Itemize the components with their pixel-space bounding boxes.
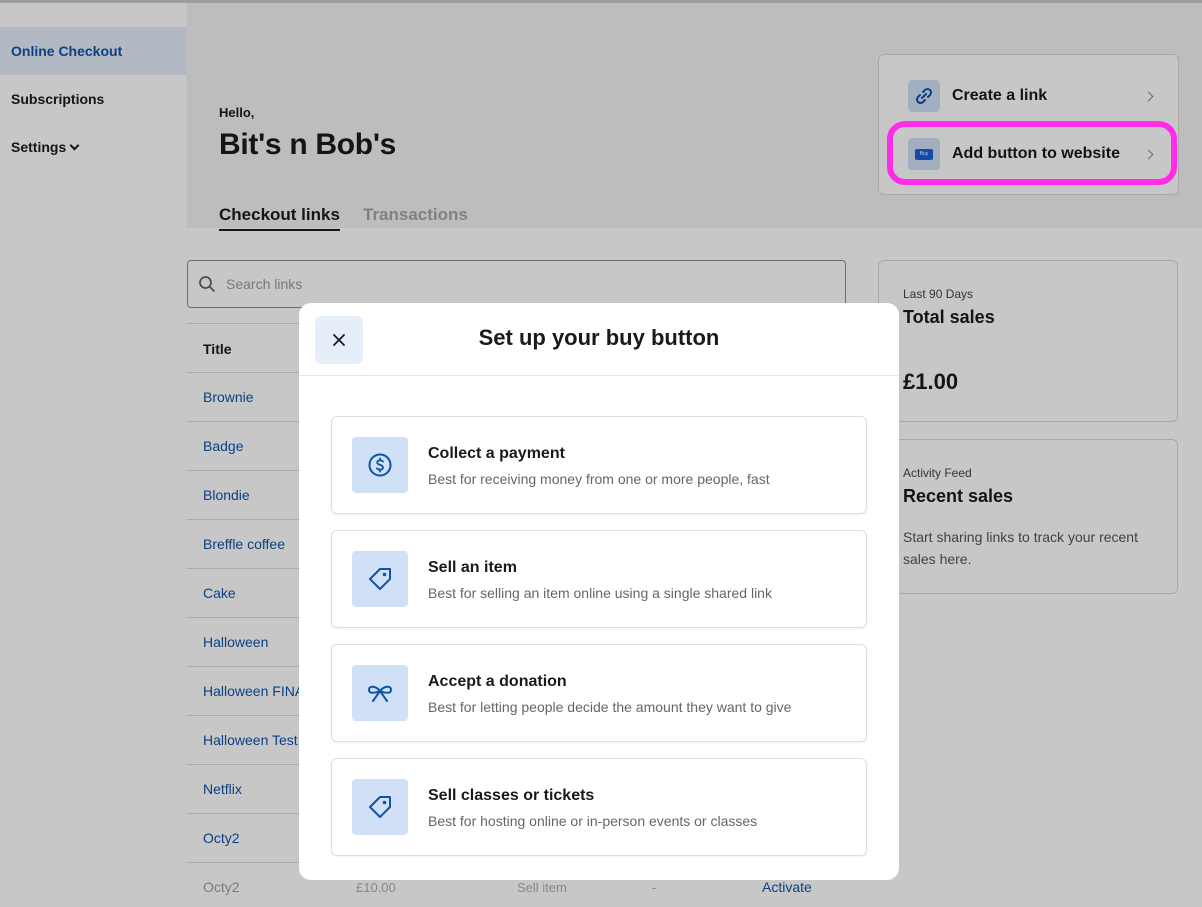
modal-title: Set up your buy button [478,325,720,350]
ticket-tag-icon [352,779,408,835]
option-description: Best for selling an item online using a … [428,585,772,601]
option-sell-classes-tickets[interactable]: Sell classes or tickets Best for hosting… [331,758,867,856]
option-accept-donation[interactable]: Accept a donation Best for letting peopl… [331,644,867,742]
option-description: Best for receiving money from one or mor… [428,471,770,487]
option-title: Collect a payment [428,445,565,462]
buy-button-setup-modal: Set up your buy button Collect a payment… [299,303,899,880]
tag-icon [352,551,408,607]
option-title: Sell classes or tickets [428,787,595,804]
option-title: Accept a donation [428,673,567,690]
option-sell-item[interactable]: Sell an item Best for selling an item on… [331,530,867,628]
highlight-annotation [887,121,1177,185]
option-collect-payment[interactable]: Collect a payment Best for receiving mon… [331,416,867,514]
ribbon-icon [352,665,408,721]
modal-header: Set up your buy button [299,303,899,376]
option-title: Sell an item [428,559,517,576]
option-description: Best for hosting online or in-person eve… [428,813,758,829]
option-description: Best for letting people decide the amoun… [428,699,792,715]
dollar-coin-icon [352,437,408,493]
